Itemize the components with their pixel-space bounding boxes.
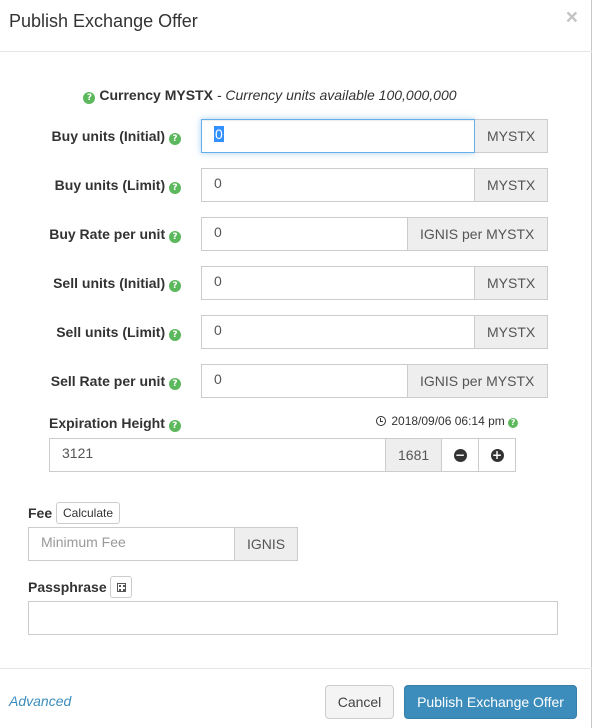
question-circle-icon: ?: [83, 92, 96, 104]
expiration-height-label-text: Expiration Height: [49, 415, 165, 431]
buy-units-initial-input[interactable]: 0: [201, 119, 475, 153]
expiration-height-input[interactable]: 3121: [49, 438, 386, 472]
qrcode-icon: [116, 583, 126, 592]
sell-units-initial-group: 0 MYSTX: [201, 266, 548, 300]
question-circle-icon: ?: [169, 231, 181, 243]
minus-circle-icon: −: [453, 447, 467, 462]
buy-units-limit-label: Buy units (Limit) ?: [0, 177, 181, 194]
buy-units-limit-unit: MYSTX: [475, 168, 548, 202]
buy-rate-group: 0 IGNIS per MYSTX: [201, 217, 548, 251]
modal-title: Publish Exchange Offer: [9, 11, 198, 31]
sell-units-limit-group: 0 MYSTX: [201, 315, 548, 349]
buy-units-limit-input[interactable]: 0: [201, 168, 475, 202]
expiration-time-text: 2018/09/06 06:14 pm: [391, 414, 505, 428]
sell-rate-group: 0 IGNIS per MYSTX: [201, 364, 548, 398]
question-circle-icon: ?: [169, 378, 181, 390]
buy-units-initial-label: Buy units (Initial) ?: [0, 128, 181, 145]
buy-units-limit-label-text: Buy units (Limit): [54, 177, 166, 193]
sell-units-initial-label-text: Sell units (Initial): [53, 275, 166, 291]
publish-exchange-offer-modal: Publish Exchange Offer × ? Currency MYST…: [0, 0, 592, 728]
advanced-link[interactable]: Advanced: [9, 693, 71, 709]
question-circle-icon: ?: [169, 133, 181, 145]
publish-exchange-offer-button[interactable]: Publish Exchange Offer: [404, 685, 577, 719]
sell-units-limit-label-text: Sell units (Limit): [56, 324, 166, 340]
close-icon[interactable]: ×: [566, 7, 578, 28]
modal-header: Publish Exchange Offer ×: [0, 0, 592, 52]
clock-icon: [376, 416, 386, 426]
sell-units-limit-label: Sell units (Limit) ?: [0, 324, 181, 341]
currency-info: ? Currency MYSTX - Currency units availa…: [0, 87, 540, 104]
cancel-button[interactable]: Cancel: [325, 685, 394, 719]
decrease-height-button[interactable]: −: [442, 438, 479, 472]
sell-units-initial-label: Sell units (Initial) ?: [0, 275, 181, 292]
expiration-height-label: Expiration Height ?: [49, 415, 181, 432]
passphrase-label: Passphrase: [28, 579, 107, 595]
expiration-blocks-delta: 1681: [386, 438, 442, 472]
expiration-height-group: 3121 1681 − +: [49, 438, 516, 472]
sell-units-limit-unit: MYSTX: [475, 315, 548, 349]
modal-footer: Advanced Cancel Publish Exchange Offer: [0, 668, 592, 728]
fee-unit: IGNIS: [235, 527, 298, 561]
buy-rate-label-text: Buy Rate per unit: [49, 226, 166, 242]
buy-units-initial-label-text: Buy units (Initial): [51, 128, 166, 144]
sell-units-initial-input[interactable]: 0: [201, 266, 475, 300]
passphrase-input[interactable]: [28, 601, 558, 635]
plus-circle-icon: +: [490, 447, 504, 462]
increase-height-button[interactable]: +: [479, 438, 516, 472]
buy-units-initial-unit: MYSTX: [475, 119, 548, 153]
calculate-fee-button[interactable]: Calculate: [56, 502, 121, 524]
currency-available: - Currency units available 100,000,000: [216, 87, 457, 103]
sell-units-initial-unit: MYSTX: [475, 266, 548, 300]
buy-rate-label: Buy Rate per unit ?: [0, 226, 181, 243]
buy-rate-input[interactable]: 0: [201, 217, 408, 251]
question-circle-icon: ?: [168, 420, 181, 432]
question-circle-icon: ?: [169, 280, 181, 292]
qr-scan-button[interactable]: [110, 576, 132, 598]
fee-input[interactable]: Minimum Fee: [28, 527, 235, 561]
buy-units-initial-value: 0: [214, 126, 224, 142]
expiration-time: 2018/09/06 06:14 pm ?: [376, 414, 519, 428]
fee-label: Fee: [28, 505, 53, 521]
currency-label: Currency MYSTX: [99, 87, 213, 103]
fee-group: Minimum Fee IGNIS: [28, 527, 298, 561]
sell-rate-label-text: Sell Rate per unit: [50, 373, 166, 389]
sell-rate-label: Sell Rate per unit ?: [0, 373, 181, 390]
buy-units-initial-group: 0 MYSTX: [201, 119, 548, 153]
question-circle-icon: ?: [508, 418, 519, 428]
question-circle-icon: ?: [169, 182, 181, 194]
buy-units-limit-group: 0 MYSTX: [201, 168, 548, 202]
question-circle-icon: ?: [169, 329, 181, 341]
sell-rate-input[interactable]: 0: [201, 364, 408, 398]
buy-rate-unit: IGNIS per MYSTX: [408, 217, 548, 251]
sell-rate-unit: IGNIS per MYSTX: [408, 364, 548, 398]
sell-units-limit-input[interactable]: 0: [201, 315, 475, 349]
